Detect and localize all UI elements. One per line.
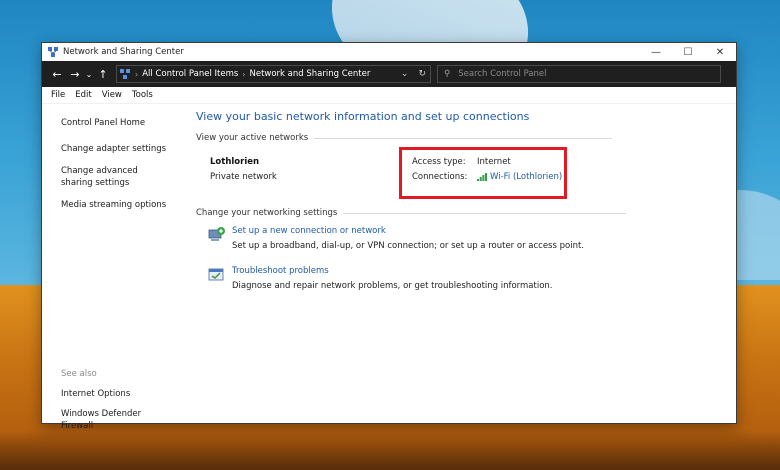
- see-also-heading: See also: [61, 369, 97, 379]
- recent-locations-button[interactable]: ⌄: [84, 64, 94, 84]
- main-content: View your basic network information and …: [192, 104, 736, 423]
- menu-view[interactable]: View: [97, 90, 127, 100]
- search-icon: ⚲: [444, 69, 451, 79]
- networking-settings-heading: Change your networking settings: [196, 208, 627, 218]
- troubleshoot-icon: [208, 268, 224, 281]
- setup-connection-desc: Set up a broadband, dial-up, or VPN conn…: [232, 241, 584, 251]
- up-button[interactable]: ↑: [94, 64, 112, 84]
- menu-edit[interactable]: Edit: [70, 90, 96, 100]
- search-placeholder: Search Control Panel: [458, 69, 547, 79]
- task-new-connection: Set up a new connection or network Set u…: [208, 226, 584, 251]
- maximize-button[interactable]: ☐: [672, 43, 704, 61]
- sidebar-change-advanced-sharing[interactable]: Change advanced sharing settings: [61, 165, 171, 189]
- network-center-icon: [48, 47, 58, 57]
- task-troubleshoot-text: Troubleshoot problems Diagnose and repai…: [232, 266, 553, 291]
- network-sharing-window: Network and Sharing Center — ☐ ✕ ← → ⌄ ↑…: [41, 42, 737, 431]
- network-category: Private network: [210, 172, 277, 182]
- control-panel-icon: [120, 69, 130, 79]
- troubleshoot-link[interactable]: Troubleshoot problems: [232, 266, 553, 276]
- back-button[interactable]: ←: [48, 64, 66, 84]
- setup-connection-link[interactable]: Set up a new connection or network: [232, 226, 584, 236]
- sidebar-defender-firewall[interactable]: Windows Defender Firewall: [61, 408, 171, 432]
- breadcrumb-all-items[interactable]: All Control Panel Items: [139, 69, 241, 79]
- refresh-icon[interactable]: ↻: [418, 69, 426, 79]
- task-new-connection-text: Set up a new connection or network Set u…: [232, 226, 584, 251]
- new-connection-icon: [208, 227, 225, 241]
- forward-button[interactable]: →: [66, 64, 84, 84]
- menu-tools[interactable]: Tools: [127, 90, 158, 100]
- address-dropdown-icon[interactable]: ⌄: [401, 69, 409, 79]
- breadcrumb[interactable]: › All Control Panel Items › Network and …: [116, 65, 431, 83]
- address-bar: ← → ⌄ ↑ › All Control Panel Items › Netw…: [42, 61, 736, 87]
- sidebar: Control Panel Home Change adapter settin…: [42, 104, 192, 431]
- networking-settings-label: Change your networking settings: [196, 208, 338, 218]
- section-divider: [314, 137, 613, 139]
- section-divider: [343, 212, 627, 214]
- see-also-section: See also Internet Options Windows Defend…: [61, 369, 171, 440]
- menu-file[interactable]: File: [46, 90, 70, 100]
- sidebar-change-adapter-settings[interactable]: Change adapter settings: [61, 143, 171, 155]
- sidebar-internet-options[interactable]: Internet Options: [61, 388, 171, 400]
- active-networks-heading: View your active networks: [196, 133, 613, 143]
- network-name: Lothlorien: [210, 157, 260, 167]
- close-button[interactable]: ✕: [704, 43, 736, 61]
- troubleshoot-desc: Diagnose and repair network problems, or…: [232, 281, 553, 291]
- window-body: Control Panel Home Change adapter settin…: [42, 104, 736, 431]
- window-controls: — ☐ ✕: [640, 43, 736, 61]
- minimize-button[interactable]: —: [640, 43, 672, 61]
- sidebar-control-panel-home[interactable]: Control Panel Home: [61, 117, 171, 129]
- active-networks-label: View your active networks: [196, 133, 309, 143]
- sidebar-media-streaming[interactable]: Media streaming options: [61, 199, 171, 211]
- page-title: View your basic network information and …: [196, 110, 530, 123]
- search-input[interactable]: ⚲ Search Control Panel: [437, 65, 721, 83]
- window-title: Network and Sharing Center: [63, 47, 184, 57]
- highlight-annotation: [399, 147, 567, 199]
- breadcrumb-network-center[interactable]: Network and Sharing Center: [246, 69, 373, 79]
- title-bar[interactable]: Network and Sharing Center — ☐ ✕: [42, 43, 736, 61]
- breadcrumb-actions: ⌄ ↻: [401, 69, 426, 79]
- menu-bar: File Edit View Tools: [42, 87, 736, 104]
- task-troubleshoot: Troubleshoot problems Diagnose and repai…: [208, 266, 553, 291]
